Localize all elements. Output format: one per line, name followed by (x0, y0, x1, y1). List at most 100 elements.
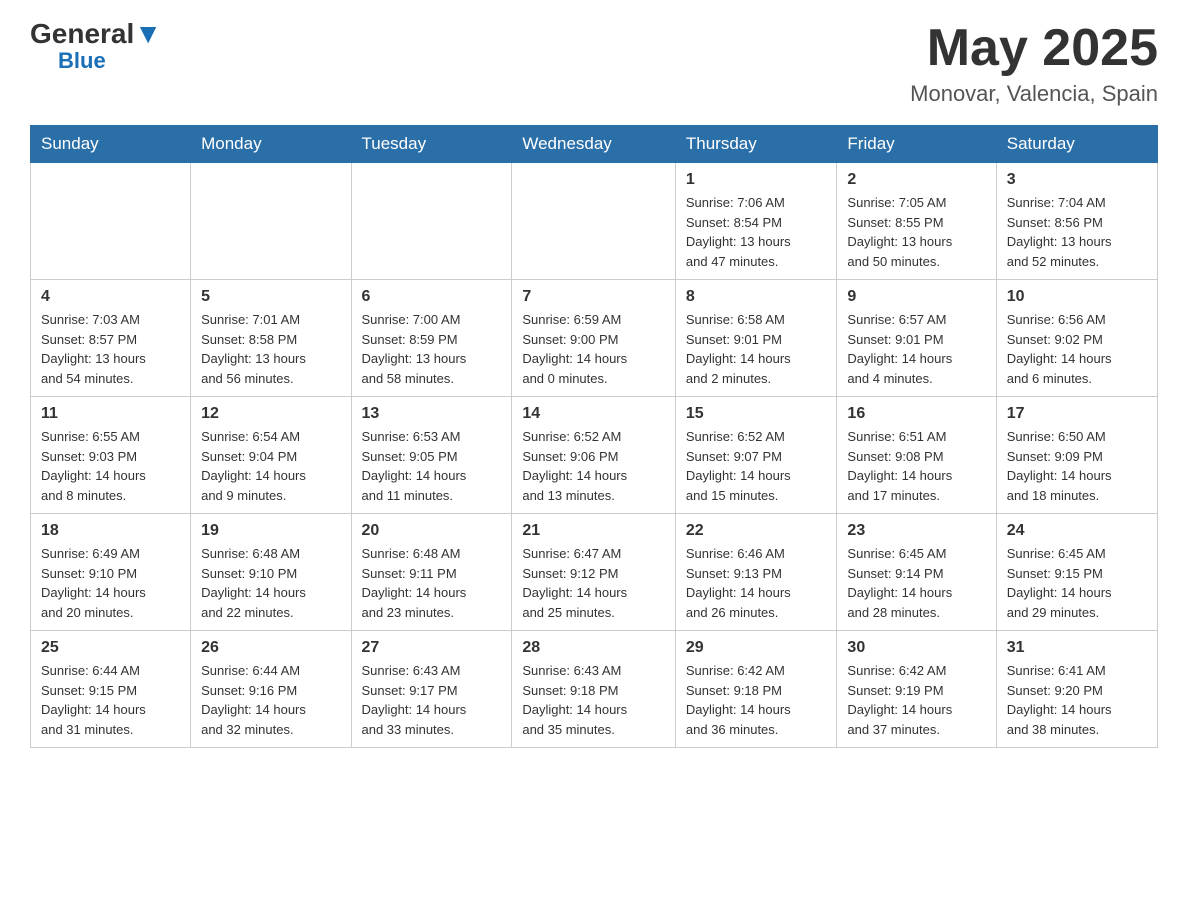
calendar-day-cell: 28 Sunrise: 6:43 AM Sunset: 9:18 PM Dayli… (512, 631, 676, 748)
calendar-day-cell: 19 Sunrise: 6:48 AM Sunset: 9:10 PM Dayli… (191, 514, 351, 631)
month-year-title: May 2025 (910, 20, 1158, 77)
day-info: Sunrise: 6:59 AM Sunset: 9:00 PM Dayligh… (522, 310, 665, 388)
calendar-day-cell: 2 Sunrise: 7:05 AM Sunset: 8:55 PM Daylig… (837, 163, 996, 280)
calendar-day-cell: 12 Sunrise: 6:54 AM Sunset: 9:04 PM Dayli… (191, 397, 351, 514)
calendar-day-cell: 3Sunrise: 7:04 AM Sunset: 8:56 PM Daylig… (996, 163, 1157, 280)
day-number: 3 (1007, 171, 1147, 189)
header-saturday: Saturday (996, 126, 1157, 163)
day-info: Sunrise: 6:45 AM Sunset: 9:15 PM Dayligh… (1007, 544, 1147, 622)
day-info: Sunrise: 7:06 AM Sunset: 8:54 PM Dayligh… (686, 193, 827, 271)
calendar-day-cell: 14Sunrise: 6:52 AM Sunset: 9:06 PM Dayli… (512, 397, 676, 514)
day-info: Sunrise: 6:50 AM Sunset: 9:09 PM Dayligh… (1007, 427, 1147, 505)
day-number: 18 (41, 522, 180, 540)
day-info: Sunrise: 7:00 AM Sunset: 8:59 PM Dayligh… (362, 310, 502, 388)
calendar-week-row: 4 Sunrise: 7:03 AM Sunset: 8:57 PM Daylig… (31, 280, 1158, 397)
day-info: Sunrise: 6:56 AM Sunset: 9:02 PM Dayligh… (1007, 310, 1147, 388)
day-number: 11 (41, 405, 180, 423)
day-number: 2 (847, 171, 985, 189)
day-number: 15 (686, 405, 827, 423)
day-info: Sunrise: 6:55 AM Sunset: 9:03 PM Dayligh… (41, 427, 180, 505)
day-number: 10 (1007, 288, 1147, 306)
calendar-table: Sunday Monday Tuesday Wednesday Thursday… (30, 125, 1158, 748)
calendar-day-cell: 25Sunrise: 6:44 AM Sunset: 9:15 PM Dayli… (31, 631, 191, 748)
calendar-day-cell: 10 Sunrise: 6:56 AM Sunset: 9:02 PM Dayli… (996, 280, 1157, 397)
logo-bottom: Blue (30, 48, 106, 74)
header-thursday: Thursday (675, 126, 837, 163)
day-info: Sunrise: 6:44 AM Sunset: 9:16 PM Dayligh… (201, 661, 340, 739)
calendar-day-cell: 26 Sunrise: 6:44 AM Sunset: 9:16 PM Dayli… (191, 631, 351, 748)
calendar-day-cell: 4 Sunrise: 7:03 AM Sunset: 8:57 PM Daylig… (31, 280, 191, 397)
day-number: 13 (362, 405, 502, 423)
calendar-day-cell: 23 Sunrise: 6:45 AM Sunset: 9:14 PM Dayli… (837, 514, 996, 631)
day-info: Sunrise: 6:48 AM Sunset: 9:10 PM Dayligh… (201, 544, 340, 622)
header-friday: Friday (837, 126, 996, 163)
calendar-week-row: 11 Sunrise: 6:55 AM Sunset: 9:03 PM Dayli… (31, 397, 1158, 514)
logo: General▼ Blue (30, 20, 162, 74)
day-info: Sunrise: 6:49 AM Sunset: 9:10 PM Dayligh… (41, 544, 180, 622)
day-info: Sunrise: 7:03 AM Sunset: 8:57 PM Dayligh… (41, 310, 180, 388)
day-info: Sunrise: 7:05 AM Sunset: 8:55 PM Dayligh… (847, 193, 985, 271)
day-number: 27 (362, 639, 502, 657)
calendar-day-cell (512, 163, 676, 280)
day-number: 7 (522, 288, 665, 306)
calendar-day-cell: 5Sunrise: 7:01 AM Sunset: 8:58 PM Daylig… (191, 280, 351, 397)
day-info: Sunrise: 6:42 AM Sunset: 9:19 PM Dayligh… (847, 661, 985, 739)
calendar-day-cell (31, 163, 191, 280)
calendar-day-cell (191, 163, 351, 280)
day-info: Sunrise: 6:41 AM Sunset: 9:20 PM Dayligh… (1007, 661, 1147, 739)
location-subtitle: Monovar, Valencia, Spain (910, 81, 1158, 107)
calendar-day-cell: 1 Sunrise: 7:06 AM Sunset: 8:54 PM Daylig… (675, 163, 837, 280)
day-number: 30 (847, 639, 985, 657)
day-number: 31 (1007, 639, 1147, 657)
calendar-day-cell: 8 Sunrise: 6:58 AM Sunset: 9:01 PM Daylig… (675, 280, 837, 397)
day-number: 23 (847, 522, 985, 540)
calendar-day-cell: 27Sunrise: 6:43 AM Sunset: 9:17 PM Dayli… (351, 631, 512, 748)
header-tuesday: Tuesday (351, 126, 512, 163)
day-number: 28 (522, 639, 665, 657)
calendar-day-cell: 20 Sunrise: 6:48 AM Sunset: 9:11 PM Dayli… (351, 514, 512, 631)
day-info: Sunrise: 6:45 AM Sunset: 9:14 PM Dayligh… (847, 544, 985, 622)
day-info: Sunrise: 6:51 AM Sunset: 9:08 PM Dayligh… (847, 427, 985, 505)
day-info: Sunrise: 6:52 AM Sunset: 9:07 PM Dayligh… (686, 427, 827, 505)
header-sunday: Sunday (31, 126, 191, 163)
calendar-day-cell: 13Sunrise: 6:53 AM Sunset: 9:05 PM Dayli… (351, 397, 512, 514)
day-info: Sunrise: 6:47 AM Sunset: 9:12 PM Dayligh… (522, 544, 665, 622)
day-number: 4 (41, 288, 180, 306)
day-info: Sunrise: 6:58 AM Sunset: 9:01 PM Dayligh… (686, 310, 827, 388)
day-number: 17 (1007, 405, 1147, 423)
day-number: 22 (686, 522, 827, 540)
day-number: 20 (362, 522, 502, 540)
day-number: 19 (201, 522, 340, 540)
header-monday: Monday (191, 126, 351, 163)
calendar-day-cell: 6 Sunrise: 7:00 AM Sunset: 8:59 PM Daylig… (351, 280, 512, 397)
calendar-day-cell (351, 163, 512, 280)
calendar-day-cell: 9Sunrise: 6:57 AM Sunset: 9:01 PM Daylig… (837, 280, 996, 397)
title-section: May 2025 Monovar, Valencia, Spain (910, 20, 1158, 107)
day-number: 14 (522, 405, 665, 423)
day-number: 12 (201, 405, 340, 423)
day-number: 21 (522, 522, 665, 540)
day-info: Sunrise: 6:48 AM Sunset: 9:11 PM Dayligh… (362, 544, 502, 622)
day-number: 9 (847, 288, 985, 306)
day-number: 6 (362, 288, 502, 306)
calendar-day-cell: 30 Sunrise: 6:42 AM Sunset: 9:19 PM Dayli… (837, 631, 996, 748)
calendar-day-cell: 7 Sunrise: 6:59 AM Sunset: 9:00 PM Daylig… (512, 280, 676, 397)
day-number: 25 (41, 639, 180, 657)
day-info: Sunrise: 6:43 AM Sunset: 9:18 PM Dayligh… (522, 661, 665, 739)
calendar-day-cell: 18 Sunrise: 6:49 AM Sunset: 9:10 PM Dayli… (31, 514, 191, 631)
calendar-week-row: 1 Sunrise: 7:06 AM Sunset: 8:54 PM Daylig… (31, 163, 1158, 280)
day-number: 29 (686, 639, 827, 657)
day-number: 16 (847, 405, 985, 423)
calendar-header-row: Sunday Monday Tuesday Wednesday Thursday… (31, 126, 1158, 163)
day-number: 24 (1007, 522, 1147, 540)
day-info: Sunrise: 6:54 AM Sunset: 9:04 PM Dayligh… (201, 427, 340, 505)
calendar-day-cell: 22Sunrise: 6:46 AM Sunset: 9:13 PM Dayli… (675, 514, 837, 631)
logo-blue-text: Blue (58, 48, 106, 73)
day-number: 8 (686, 288, 827, 306)
day-number: 26 (201, 639, 340, 657)
calendar-day-cell: 21 Sunrise: 6:47 AM Sunset: 9:12 PM Dayli… (512, 514, 676, 631)
day-number: 1 (686, 171, 827, 189)
day-number: 5 (201, 288, 340, 306)
logo-triangle-icon: ▼ (134, 18, 162, 49)
calendar-day-cell: 11 Sunrise: 6:55 AM Sunset: 9:03 PM Dayli… (31, 397, 191, 514)
